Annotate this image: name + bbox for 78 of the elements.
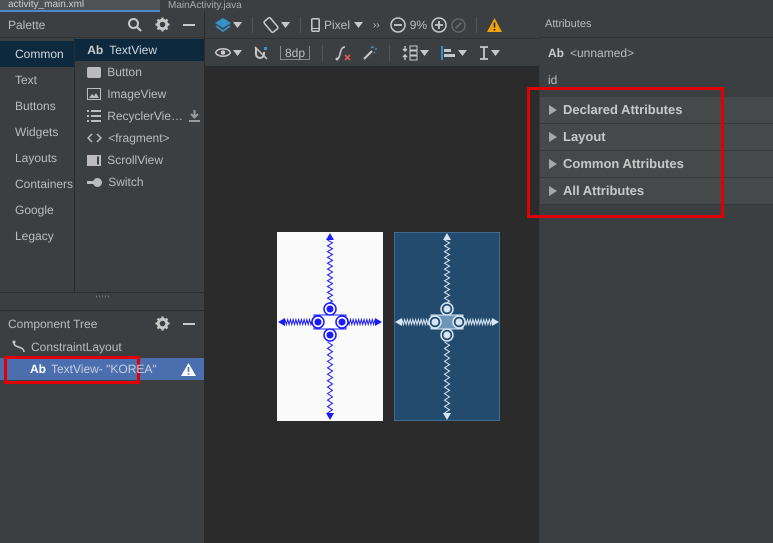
palette-item[interactable]: Ab TextView	[75, 39, 204, 61]
button-shape-icon	[87, 66, 102, 78]
palette-item[interactable]: Switch	[75, 171, 204, 193]
palette-category[interactable]: Common	[0, 41, 74, 67]
align-dropdown[interactable]	[441, 46, 468, 60]
expand-arrow-icon	[549, 105, 557, 115]
palette-item[interactable]: <fragment>	[75, 127, 204, 149]
panel-title: Attributes	[545, 17, 592, 32]
zoom-level: 9%	[410, 17, 428, 34]
caret-icon	[281, 22, 290, 28]
expand-arrow-icon	[549, 159, 557, 169]
clear-constraints-icon[interactable]	[335, 44, 352, 60]
settings-icon[interactable]	[155, 316, 170, 331]
zoom-out-icon[interactable]	[390, 17, 406, 33]
orientation-dropdown[interactable]	[263, 17, 290, 33]
palette-item[interactable]: Button	[75, 61, 204, 83]
caret-icon	[233, 50, 242, 56]
layers-icon	[215, 18, 231, 32]
text-type-icon: Ab	[87, 41, 104, 59]
download-icon[interactable]	[189, 110, 200, 122]
phone-icon	[311, 18, 320, 32]
editor-tab[interactable]: activity_main.xml	[0, 0, 160, 12]
section-header[interactable]: Common Attributes	[540, 151, 773, 178]
palette-category[interactable]: Widgets	[0, 119, 74, 145]
pack-icon	[402, 44, 418, 60]
magic-wand-icon[interactable]	[363, 46, 378, 60]
magnet-off-icon[interactable]	[254, 46, 268, 60]
settings-icon[interactable]	[155, 17, 170, 32]
guideline-icon	[479, 46, 490, 60]
drag-handle-icon[interactable]	[95, 295, 109, 298]
section-header[interactable]: Layout	[540, 124, 773, 151]
blueprint-preview-drawing[interactable]	[394, 232, 500, 421]
palette-category[interactable]: Buttons	[0, 93, 74, 119]
section-header[interactable]: All Attributes	[540, 178, 773, 205]
palette-category[interactable]: Legacy	[0, 223, 74, 249]
component-name: <unnamed>	[570, 45, 634, 62]
panel-title: Palette	[8, 16, 46, 34]
text-type-icon: Ab	[30, 360, 46, 378]
section-header[interactable]: Declared Attributes	[540, 97, 773, 124]
palette-item[interactable]: ImageView	[75, 83, 204, 105]
expand-arrow-icon	[549, 132, 557, 142]
pack-dropdown[interactable]	[402, 44, 430, 60]
field-label: id	[548, 74, 558, 87]
default-margin-control[interactable]: 8dp	[280, 46, 310, 60]
align-left-icon	[441, 46, 456, 60]
palette-category[interactable]: Layouts	[0, 145, 74, 171]
layers-dropdown[interactable]	[215, 18, 242, 32]
caret-icon	[233, 22, 242, 28]
design-preview-drawing[interactable]	[277, 232, 383, 421]
rotate-device-icon	[263, 17, 279, 33]
list-icon	[87, 110, 102, 122]
palette-item[interactable]: RecyclerVie…	[75, 105, 204, 127]
image-icon	[87, 88, 102, 100]
palette-item[interactable]: ScrollView	[75, 149, 204, 171]
overflow-button[interactable]: ››	[373, 18, 380, 32]
caret-icon	[354, 22, 364, 28]
palette-category[interactable]: Text	[0, 67, 74, 93]
constraint-icon	[12, 340, 26, 354]
search-icon[interactable]	[127, 16, 143, 32]
toggle-icon	[87, 178, 102, 186]
text-type-icon: Ab	[548, 44, 564, 62]
warning-icon[interactable]	[181, 362, 196, 376]
eye-icon	[215, 47, 231, 58]
caret-icon	[491, 50, 500, 56]
device-dropdown[interactable]: Pixel	[311, 16, 364, 34]
panel-title: Component Tree	[8, 316, 98, 332]
zoom-in-icon[interactable]	[431, 17, 448, 33]
tree-item[interactable]: ConstraintLayout	[0, 336, 204, 358]
expand-arrow-icon	[549, 186, 557, 196]
guidelines-dropdown[interactable]	[479, 46, 500, 60]
scroll-icon	[87, 154, 102, 166]
code-brackets-icon	[87, 133, 102, 143]
caret-icon	[458, 50, 468, 56]
palette-category[interactable]: Google	[0, 197, 74, 223]
warning-icon[interactable]	[487, 18, 502, 32]
caret-icon	[420, 50, 430, 56]
palette-category[interactable]: Containers	[0, 171, 74, 197]
view-options-dropdown[interactable]	[215, 47, 242, 58]
